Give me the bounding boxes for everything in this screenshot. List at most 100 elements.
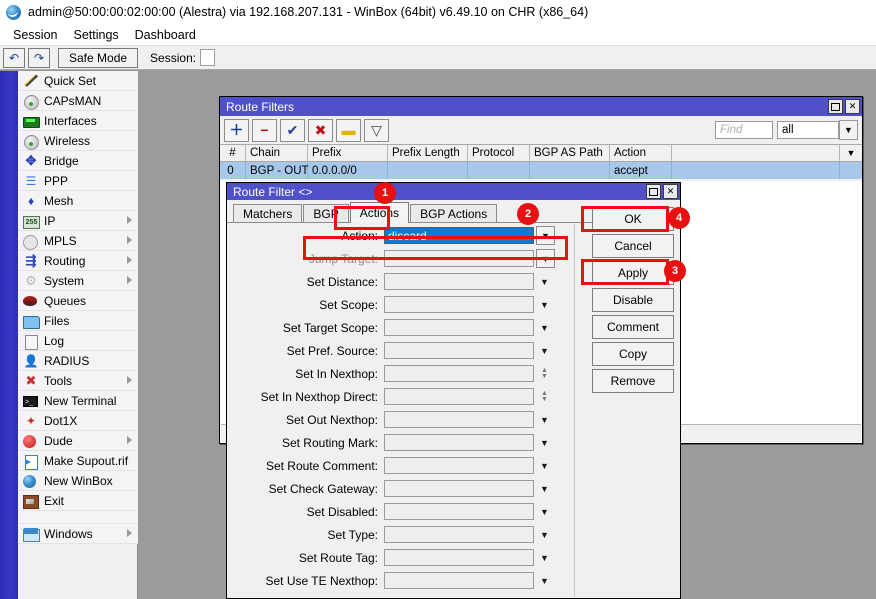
set-check-gateway-input[interactable] [384, 480, 534, 497]
sidebar-item-radius[interactable]: 👤 RADIUS [18, 351, 138, 371]
comment-button[interactable]: Comment [592, 315, 674, 339]
chevron-down-icon[interactable]: ▼ [536, 480, 553, 497]
sidebar-item-tools[interactable]: ✖ Tools [18, 371, 138, 391]
filter-select[interactable]: all [777, 121, 839, 139]
chevron-down-icon[interactable]: ▼ [536, 319, 553, 336]
sidebar-item-routing[interactable]: ⇶ Routing [18, 251, 138, 271]
sidebar-item-windows[interactable]: Windows [18, 524, 138, 544]
chevron-down-icon[interactable]: ▼ [536, 411, 553, 428]
sidebar-item-mesh[interactable]: ♦ Mesh [18, 191, 138, 211]
copy-button[interactable]: Copy [592, 342, 674, 366]
set-in-nexthop-input[interactable] [384, 365, 534, 382]
sidebar-item-ppp[interactable]: ☰ PPP [18, 171, 138, 191]
set-disabled-input[interactable] [384, 503, 534, 520]
sidebar-item-interfaces[interactable]: Interfaces [18, 111, 138, 131]
add-button[interactable]: ＋ [224, 119, 249, 142]
sidebar-item-system[interactable]: ⚙ System [18, 271, 138, 291]
chevron-down-icon[interactable]: ▼ [536, 549, 553, 566]
set-target-scope-input[interactable] [384, 319, 534, 336]
sidebar-item-new-winbox[interactable]: New WinBox [18, 471, 138, 491]
ok-button[interactable]: OK [592, 207, 674, 231]
sidebar-item-quick-set[interactable]: Quick Set [18, 71, 138, 91]
chevron-down-icon[interactable]: ▼ [536, 249, 555, 268]
set-route-comment-input[interactable] [384, 457, 534, 474]
comment-button[interactable]: ▬ [336, 119, 361, 142]
undo-icon[interactable]: ↶ [3, 48, 25, 68]
maximize-icon[interactable] [828, 99, 843, 114]
chevron-down-icon[interactable]: ▼ [536, 434, 553, 451]
remove-button[interactable]: − [252, 119, 277, 142]
close-icon[interactable]: ✕ [663, 184, 678, 199]
column-header-num[interactable]: # [220, 145, 246, 161]
column-header-bgp-as-path[interactable]: BGP AS Path [530, 145, 610, 161]
chevron-right-icon [127, 236, 132, 244]
remove-button[interactable]: Remove [592, 369, 674, 393]
tab-matchers[interactable]: Matchers [233, 204, 302, 223]
column-header-prefix-len[interactable]: Prefix Length [388, 145, 468, 161]
chevron-down-icon[interactable]: ▼ [536, 226, 555, 245]
menu-item-session[interactable]: Session [5, 26, 65, 44]
enable-button[interactable]: ✔ [280, 119, 305, 142]
chevron-down-icon[interactable]: ▼ [536, 457, 553, 474]
sidebar-item-bridge[interactable]: ✥ Bridge [18, 151, 138, 171]
sidebar-item-dude[interactable]: Dude [18, 431, 138, 451]
disable-button[interactable]: ✖ [308, 119, 333, 142]
search-input[interactable]: Find [715, 121, 773, 139]
table-row[interactable]: 0 BGP - OUT 0.0.0.0/0 accept [220, 162, 862, 179]
sidebar-item-dot1x[interactable]: ✦ Dot1X [18, 411, 138, 431]
sidebar-item-log[interactable]: Log [18, 331, 138, 351]
menu-item-settings[interactable]: Settings [65, 26, 126, 44]
session-input[interactable] [200, 49, 215, 66]
column-chooser-icon[interactable]: ▼ [840, 145, 862, 161]
chevron-down-icon[interactable]: ▼ [839, 120, 858, 140]
action-input[interactable]: discard [384, 227, 534, 244]
column-header-extra[interactable] [672, 145, 840, 161]
set-use-te-nexthop-input[interactable] [384, 572, 534, 589]
safe-mode-button[interactable]: Safe Mode [58, 48, 138, 68]
route-filters-titlebar[interactable]: Route Filters ✕ [220, 97, 862, 116]
sidebar-item-mpls[interactable]: MPLS [18, 231, 138, 251]
apply-button[interactable]: Apply [592, 261, 674, 285]
sidebar-item-make-supout[interactable]: Make Supout.rif [18, 451, 138, 471]
column-header-action[interactable]: Action [610, 145, 672, 161]
sidebar-item-files[interactable]: Files [18, 311, 138, 331]
set-out-nexthop-input[interactable] [384, 411, 534, 428]
chevron-down-icon[interactable]: ▼ [536, 342, 553, 359]
tab-actions[interactable]: Actions [350, 202, 409, 223]
set-type-input[interactable] [384, 526, 534, 543]
redo-icon[interactable]: ↷ [28, 48, 50, 68]
spinner-icon[interactable]: ▲▼ [536, 365, 553, 382]
sidebar-item-ip[interactable]: 255 IP [18, 211, 138, 231]
chevron-down-icon[interactable]: ▼ [536, 273, 553, 290]
set-scope-input[interactable] [384, 296, 534, 313]
column-header-prefix[interactable]: Prefix [308, 145, 388, 161]
chevron-down-icon[interactable]: ▼ [536, 296, 553, 313]
spinner-icon[interactable]: ▲▼ [536, 388, 553, 405]
tab-bgp[interactable]: BGP [303, 204, 348, 223]
set-routing-mark-input[interactable] [384, 434, 534, 451]
chevron-down-icon[interactable]: ▼ [536, 572, 553, 589]
disable-button[interactable]: Disable [592, 288, 674, 312]
sidebar-item-wireless[interactable]: Wireless [18, 131, 138, 151]
sidebar-item-capsman[interactable]: CAPsMAN [18, 91, 138, 111]
jump-target-input[interactable] [384, 250, 534, 267]
chevron-down-icon[interactable]: ▼ [536, 526, 553, 543]
set-route-tag-input[interactable] [384, 549, 534, 566]
set-in-nexthop-direct-input[interactable] [384, 388, 534, 405]
menu-item-dashboard[interactable]: Dashboard [127, 26, 204, 44]
route-filter-titlebar[interactable]: Route Filter <> ✕ [227, 183, 680, 200]
cancel-button[interactable]: Cancel [592, 234, 674, 258]
tab-bgp-actions[interactable]: BGP Actions [410, 204, 497, 223]
column-header-chain[interactable]: Chain [246, 145, 308, 161]
sidebar-item-queues[interactable]: Queues [18, 291, 138, 311]
sidebar-item-exit[interactable]: Exit [18, 491, 138, 511]
filter-button[interactable]: ▽ [364, 119, 389, 142]
column-header-protocol[interactable]: Protocol [468, 145, 530, 161]
set-distance-input[interactable] [384, 273, 534, 290]
page-title: admin@50:00:00:02:00:00 (Alestra) via 19… [28, 5, 588, 19]
sidebar-item-new-terminal[interactable]: >_ New Terminal [18, 391, 138, 411]
close-icon[interactable]: ✕ [845, 99, 860, 114]
chevron-down-icon[interactable]: ▼ [536, 503, 553, 520]
set-pref-source-input[interactable] [384, 342, 534, 359]
maximize-icon[interactable] [646, 184, 661, 199]
